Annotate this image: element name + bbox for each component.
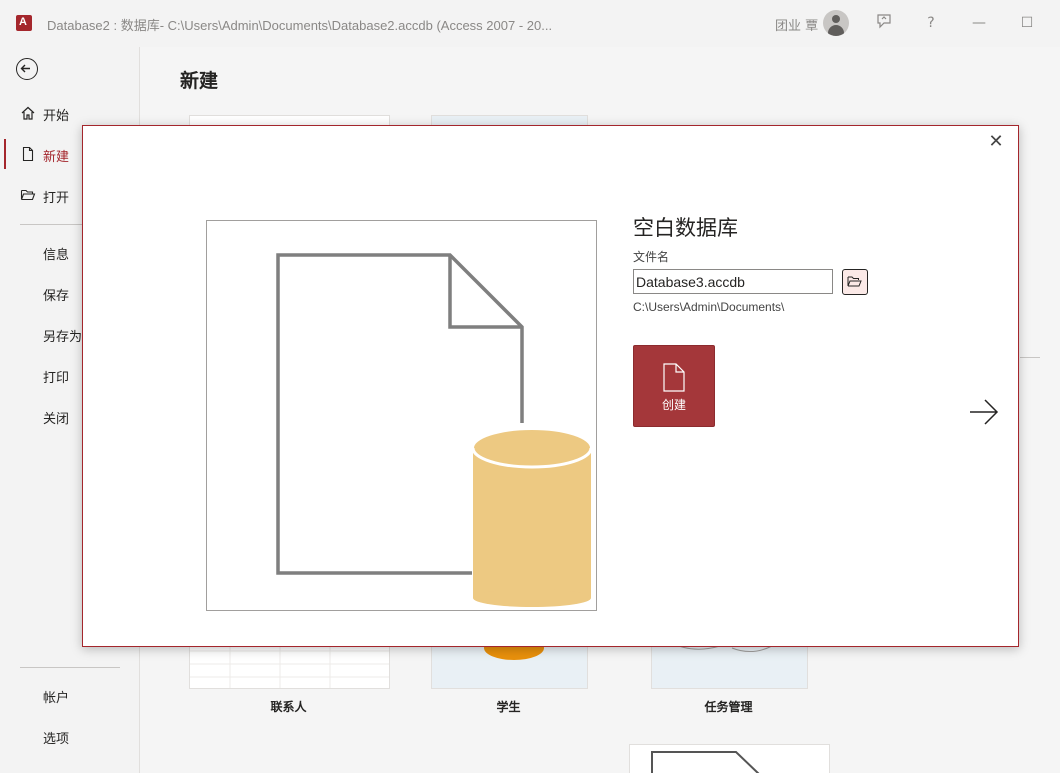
blank-database-preview [206, 220, 597, 611]
template-label: 任务管理 [704, 700, 753, 714]
save-location-path: C:\Users\Admin\Documents\ [633, 300, 785, 314]
blank-database-dialog: ✕ 空白数据库 文件名 C:\Users\Admin\Documents\ 创建 [82, 125, 1019, 647]
file-name-label: 文件名 [633, 250, 670, 264]
sidebar-item-home[interactable]: 开始 [0, 98, 139, 128]
sidebar-item-account[interactable]: 帐户 [0, 680, 139, 710]
create-button-label: 创建 [661, 398, 686, 412]
sidebar-divider [20, 667, 120, 668]
access-app-icon: A [16, 15, 32, 31]
new-file-icon [22, 146, 34, 162]
template-label: 学生 [496, 700, 521, 714]
folder-open-icon [20, 189, 36, 201]
minimize-icon[interactable]: — [968, 12, 990, 34]
new-file-icon [663, 363, 685, 392]
close-icon[interactable]: ✕ [986, 132, 1006, 152]
template-card-blank[interactable] [629, 744, 830, 773]
divider-line [1020, 357, 1040, 358]
database-file-icon [276, 253, 593, 607]
help-icon[interactable]: ? [920, 12, 942, 34]
next-arrow-icon[interactable] [966, 397, 1002, 427]
title-bar: A Database2 : 数据库- C:\Users\Admin\Docume… [0, 0, 1060, 47]
feedback-icon[interactable] [873, 12, 895, 34]
user-name[interactable]: 团业 覃 [775, 15, 818, 34]
folder-open-icon [847, 276, 862, 287]
window-title: Database2 : 数据库- C:\Users\Admin\Document… [47, 18, 553, 33]
page-title: 新建 [180, 70, 219, 92]
avatar[interactable] [823, 10, 849, 36]
dialog-title: 空白数据库 [633, 216, 738, 240]
create-button[interactable]: 创建 [633, 345, 715, 427]
maximize-icon[interactable]: ☐ [1016, 12, 1038, 34]
back-arrow-icon[interactable] [16, 58, 38, 80]
file-name-input[interactable] [633, 269, 833, 294]
home-icon [21, 106, 35, 120]
sidebar-item-options[interactable]: 选项 [0, 721, 139, 751]
browse-folder-button[interactable] [842, 269, 868, 295]
template-label: 联系人 [270, 700, 307, 714]
